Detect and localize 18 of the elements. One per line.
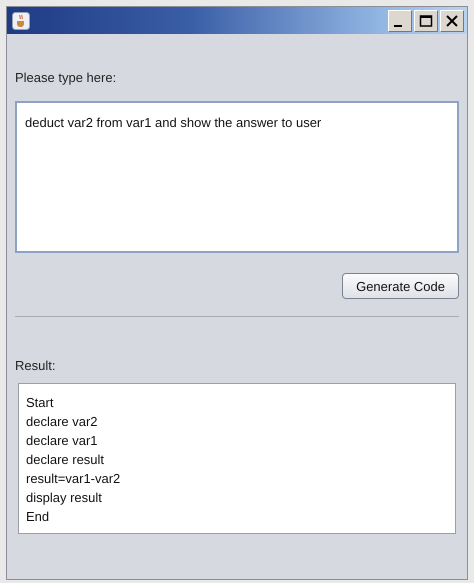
prompt-label: Please type here: — [15, 70, 116, 85]
close-icon — [445, 14, 459, 28]
result-line: declare result — [26, 451, 104, 469]
generate-code-button[interactable]: Generate Code — [342, 273, 459, 299]
result-line: Start — [26, 394, 54, 412]
result-line: declare var2 — [26, 413, 98, 431]
minimize-icon — [394, 24, 402, 26]
result-line: display result — [26, 489, 102, 507]
close-button[interactable] — [440, 10, 464, 32]
cup-icon — [12, 12, 30, 30]
result-line: End — [26, 508, 50, 526]
maximize-button[interactable] — [414, 10, 438, 32]
maximize-icon — [419, 14, 433, 28]
result-line: result=var1-var2 — [26, 470, 120, 488]
result-line: declare var1 — [26, 432, 98, 450]
result-label: Result: — [15, 358, 56, 373]
input-field[interactable]: deduct var2 from var1 and show the answer to user — [15, 101, 459, 253]
minimize-button[interactable] — [388, 10, 412, 32]
